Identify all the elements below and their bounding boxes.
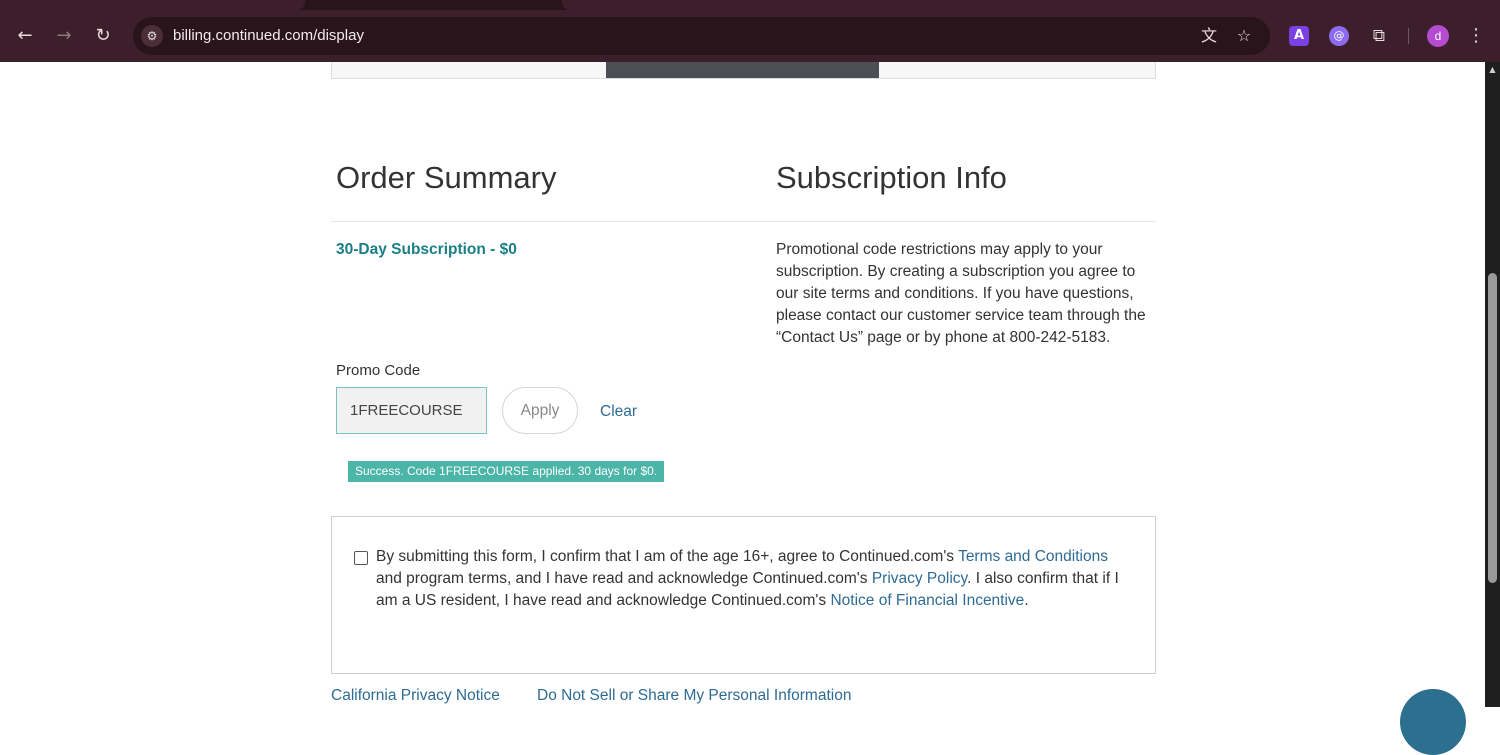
terms-link[interactable]: Terms and Conditions: [958, 548, 1108, 565]
promo-success-message: Success. Code 1FREECOURSE applied. 30 da…: [348, 461, 665, 482]
back-icon[interactable]: ←: [13, 24, 37, 48]
url-text[interactable]: billing.continued.com/display: [173, 27, 364, 44]
apply-button[interactable]: Apply: [502, 387, 578, 434]
chat-widget-button[interactable]: [1400, 689, 1466, 755]
bookmark-star-icon[interactable]: ☆: [1233, 25, 1255, 47]
subscription-info-title: Subscription Info: [776, 160, 1007, 195]
profile-avatar[interactable]: d: [1427, 25, 1449, 47]
browser-toolbar: ← → ↻ ⚙ billing.continued.com/display 文 …: [0, 0, 1500, 62]
step-2-active: [606, 62, 879, 78]
financial-incentive-link[interactable]: Notice of Financial Incentive: [830, 592, 1024, 609]
site-info-icon[interactable]: ⚙: [141, 25, 163, 47]
consent-text-part2: and program terms, and I have read and a…: [376, 570, 872, 587]
reload-icon[interactable]: ↻: [91, 24, 115, 48]
extension-b-icon[interactable]: @: [1329, 26, 1349, 46]
promo-code-label: Promo Code: [336, 362, 421, 379]
consent-checkbox[interactable]: [354, 551, 368, 565]
consent-text-part1: By submitting this form, I confirm that …: [376, 548, 959, 565]
address-bar[interactable]: ⚙ billing.continued.com/display 文 ☆: [133, 17, 1270, 55]
step-3: [879, 62, 1156, 78]
menu-icon[interactable]: ⋮: [1466, 24, 1486, 48]
extensions-puzzle-icon[interactable]: ⧉: [1369, 26, 1389, 46]
translate-icon[interactable]: 文: [1198, 25, 1220, 47]
checkout-steps: [331, 62, 1156, 79]
do-not-sell-link[interactable]: Do Not Sell or Share My Personal Informa…: [537, 687, 851, 705]
forward-icon[interactable]: →: [52, 24, 76, 48]
tab-strip-right: [562, 0, 1500, 10]
section-divider: [331, 221, 1156, 222]
consent-text: By submitting this form, I confirm that …: [376, 546, 1136, 612]
product-line: 30-Day Subscription - $0: [336, 241, 517, 258]
scrollbar-thumb[interactable]: [1488, 273, 1497, 583]
privacy-policy-link[interactable]: Privacy Policy: [872, 570, 967, 587]
order-summary-title: Order Summary: [336, 160, 557, 195]
tab[interactable]: [0, 0, 305, 10]
subscription-info-text: Promotional code restrictions may apply …: [776, 241, 1146, 346]
extension-a-icon[interactable]: A: [1289, 26, 1309, 46]
scroll-up-arrow-icon[interactable]: ▲: [1485, 62, 1500, 78]
toolbar-divider: [1408, 28, 1409, 44]
consent-text-part4: .: [1024, 592, 1029, 609]
promo-code-input[interactable]: [336, 387, 487, 434]
step-1: [332, 62, 606, 78]
california-privacy-link[interactable]: California Privacy Notice: [331, 687, 500, 705]
clear-link[interactable]: Clear: [600, 403, 637, 421]
